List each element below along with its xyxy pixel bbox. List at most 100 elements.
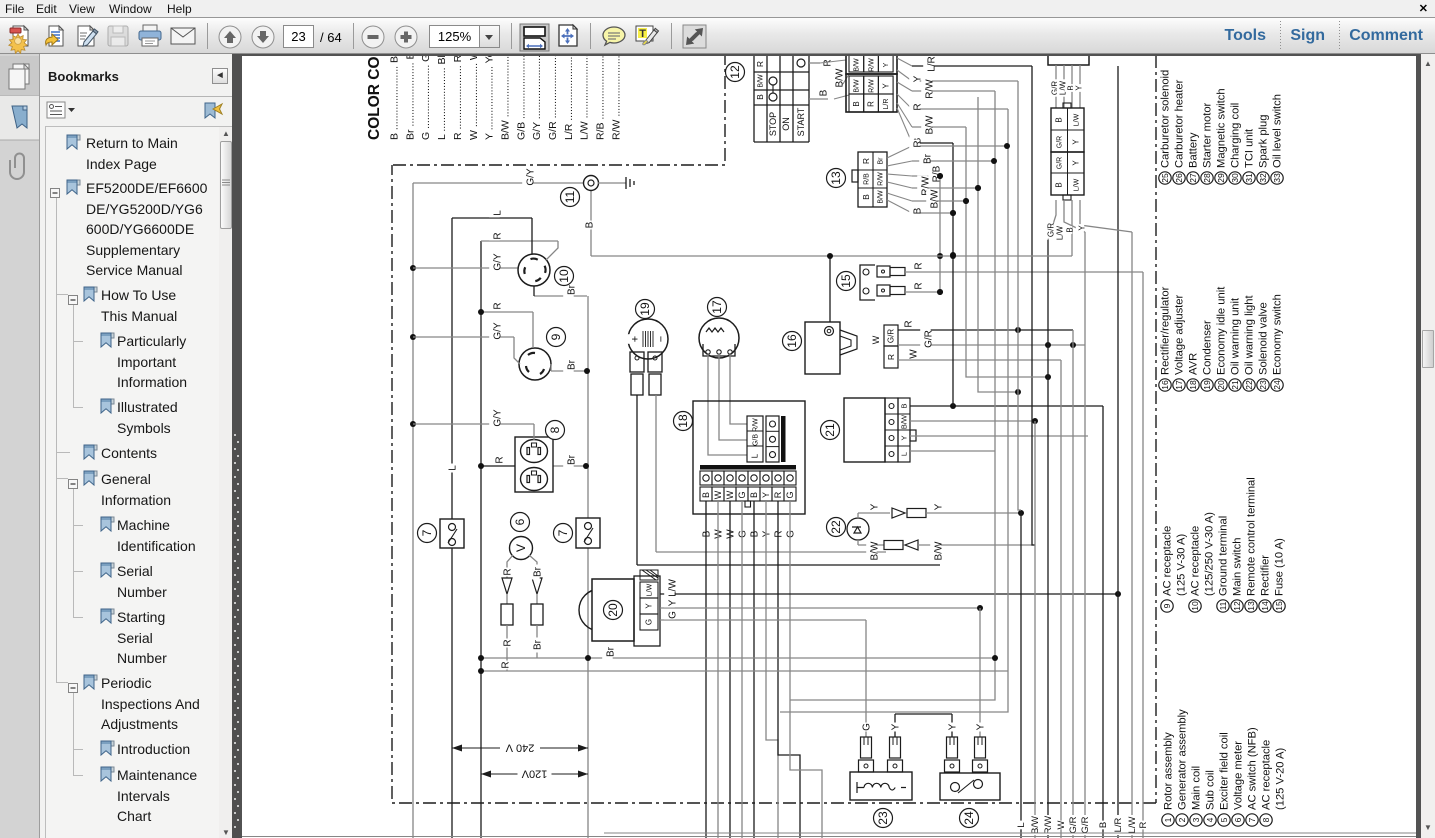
svg-text:Voltage meter: Voltage meter: [1233, 741, 1245, 810]
svg-text:Y: Y: [761, 492, 771, 498]
svg-text:4: 4: [1205, 817, 1215, 822]
svg-text:ON: ON: [781, 117, 791, 131]
svg-text:R/W: R/W: [868, 58, 875, 72]
svg-text:G/Y: G/Y: [525, 168, 536, 186]
svg-text:10: 10: [1190, 601, 1200, 611]
svg-text:W: W: [725, 490, 735, 499]
svg-text:25: 25: [1160, 173, 1170, 183]
svg-text:12: 12: [728, 65, 742, 79]
svg-text:R/W ...................... Red: R/W ...................... Red/White: [610, 56, 622, 140]
svg-text:L/W: L/W: [667, 579, 678, 597]
svg-text:Br: Br: [877, 157, 884, 165]
svg-text:R: R: [912, 103, 923, 110]
svg-text:31: 31: [1244, 173, 1254, 183]
svg-text:V: V: [514, 544, 528, 552]
svg-text:23: 23: [1258, 380, 1268, 390]
svg-text:L: L: [1016, 822, 1027, 827]
svg-text:Charging coil: Charging coil: [1230, 103, 1242, 168]
svg-text:6: 6: [1233, 817, 1243, 822]
svg-text:R: R: [500, 661, 511, 668]
svg-text:Br: Br: [566, 454, 577, 465]
svg-text:Br: Br: [922, 153, 933, 164]
svg-text:Y: Y: [1075, 85, 1084, 91]
svg-text:B: B: [584, 221, 595, 228]
svg-text:Y: Y: [667, 599, 678, 606]
svg-text:B: B: [852, 101, 861, 106]
svg-text:L/R: L/R: [883, 99, 890, 110]
svg-text:AC receptacle: AC receptacle: [1261, 740, 1273, 810]
svg-text:Main switch: Main switch: [1232, 538, 1244, 596]
svg-text:17: 17: [710, 300, 724, 314]
svg-text:9: 9: [1162, 603, 1172, 608]
svg-text:Battery: Battery: [1188, 132, 1200, 168]
svg-text:6: 6: [513, 518, 527, 525]
svg-text:G/R: G/R: [1056, 157, 1063, 169]
svg-text:G/Y: G/Y: [492, 322, 503, 340]
svg-text:Generator assembly: Generator assembly: [1177, 709, 1189, 810]
svg-text:Carburetor solenoid: Carburetor solenoid: [1160, 70, 1172, 168]
svg-text:Y: Y: [947, 723, 958, 730]
svg-text:R/W: R/W: [1043, 816, 1054, 835]
svg-text:Oil warning light: Oil warning light: [1244, 295, 1256, 375]
svg-text:W: W: [871, 335, 881, 344]
svg-text:B/W: B/W: [877, 190, 884, 204]
svg-text:B/W: B/W: [854, 58, 861, 72]
svg-text:G/R: G/R: [923, 330, 934, 348]
svg-text:G/R: G/R: [1056, 136, 1063, 148]
svg-text:R: R: [867, 101, 876, 107]
svg-text:12: 12: [1232, 601, 1242, 611]
svg-text:Y: Y: [1072, 139, 1081, 145]
svg-text:B: B: [1055, 182, 1064, 187]
svg-text:R/W: R/W: [877, 172, 884, 186]
svg-text:Oil warning unit: Oil warning unit: [1230, 297, 1242, 375]
svg-text:Carburetor heater: Carburetor heater: [1174, 79, 1186, 168]
svg-text:L: L: [447, 465, 458, 471]
svg-text:START: START: [796, 107, 806, 136]
svg-text:Br: Br: [605, 646, 616, 657]
svg-text:13: 13: [1246, 601, 1256, 611]
svg-text:Sub coil: Sub coil: [1205, 770, 1217, 810]
svg-text:13: 13: [829, 171, 843, 185]
svg-text:27: 27: [1188, 173, 1198, 183]
svg-text:30: 30: [1230, 173, 1240, 183]
svg-text:1: 1: [1163, 817, 1173, 822]
svg-text:Y: Y: [1072, 160, 1081, 166]
svg-text:Br: Br: [532, 566, 543, 577]
svg-text:Economy switch: Economy switch: [1272, 294, 1284, 375]
svg-text:29: 29: [1216, 173, 1226, 183]
svg-text:R: R: [492, 232, 503, 239]
svg-text:Solenoid valve: Solenoid valve: [1258, 302, 1270, 375]
svg-text:19: 19: [1202, 380, 1212, 390]
svg-text:19: 19: [638, 302, 652, 316]
svg-text:B: B: [1066, 227, 1075, 232]
svg-text:B: B: [912, 207, 923, 214]
svg-text:G: G: [785, 530, 796, 538]
svg-text:Y: Y: [1078, 225, 1087, 231]
svg-text:W: W: [1056, 820, 1067, 829]
svg-text:R: R: [886, 354, 896, 360]
svg-text:24: 24: [962, 811, 976, 825]
svg-text:Y: Y: [900, 435, 909, 440]
svg-text:L/W ...................... Blu: L/W ...................... Blue/White: [579, 56, 591, 140]
svg-text:(125 V-20 A): (125 V-20 A): [1275, 748, 1287, 810]
svg-text:21: 21: [1230, 380, 1240, 390]
svg-text:18: 18: [1188, 380, 1198, 390]
svg-text:B/W: B/W: [933, 541, 944, 560]
svg-text:R: R: [494, 456, 505, 463]
svg-text:COLOR CODE: COLOR CODE: [366, 56, 383, 140]
svg-text:G/R: G/R: [887, 329, 896, 343]
svg-text:R/W: R/W: [924, 79, 935, 99]
svg-text:Y: Y: [881, 83, 890, 89]
svg-text:R/B: R/B: [863, 173, 870, 185]
svg-text:B ...................... Black: B ...................... Black: [389, 56, 401, 140]
svg-text:B/W: B/W: [1030, 816, 1041, 834]
svg-text:23: 23: [876, 811, 890, 825]
svg-text:G ...................... Green: G ...................... Green: [420, 56, 432, 140]
svg-text:8: 8: [1261, 817, 1271, 822]
svg-text:R: R: [1138, 821, 1149, 828]
svg-text:R: R: [903, 320, 914, 327]
svg-text:G/Y: G/Y: [492, 253, 503, 271]
svg-text:L: L: [900, 452, 909, 456]
svg-text:8: 8: [548, 426, 562, 433]
svg-text:120V: 120V: [521, 768, 547, 780]
